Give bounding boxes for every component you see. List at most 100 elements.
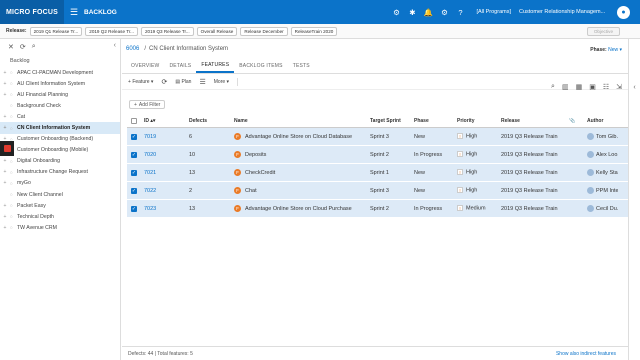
author-name[interactable]: PPM Inter... [596,188,618,194]
feature-id-link[interactable]: 7022 [144,188,156,194]
search-icon[interactable]: ⌕ [32,43,36,51]
release-chip[interactable]: 2019 Q1 Release Tr... [29,26,83,36]
add-feature-button[interactable]: + Feature ▾ [128,79,153,85]
expand-toggle-icon[interactable]: + [0,214,10,220]
header-phase[interactable]: Phase [410,118,453,124]
tools-icon[interactable]: ✱ [404,0,420,24]
settings-icon[interactable]: ⚙ [388,0,404,24]
phase-cell[interactable]: In Progress [410,152,453,158]
grid-view-icon[interactable]: ▦ [576,83,583,91]
defects-count[interactable]: 13 [185,206,230,212]
author-name[interactable]: Kelly Sta... [596,170,618,176]
row-checkbox[interactable]: ✓ [127,169,140,176]
row-checkbox[interactable]: ✓ [127,205,140,212]
target-sprint[interactable]: Sprint 1 [366,170,410,176]
expand-toggle-icon[interactable]: + [0,81,10,87]
expand-toggle-icon[interactable]: + [0,125,10,131]
notifications-icon[interactable]: 🔔 [420,0,436,24]
tab-details[interactable]: DETAILS [164,63,196,73]
release-chip[interactable]: 2019 Q3 Release Tr... [140,26,194,36]
tab-overview[interactable]: OVERVIEW [126,63,164,73]
release-cell[interactable]: 2019 Q3 Release Train [497,152,565,158]
user-avatar[interactable]: ● [617,5,630,19]
workspace-selector[interactable]: Customer Relationship Managem... [519,9,611,15]
expand-toggle-icon[interactable]: + [0,180,10,186]
tree-root[interactable]: Backlog [0,54,120,67]
expand-toggle-icon[interactable]: + [0,158,10,164]
expand-icon[interactable]: ⇲ [616,83,622,91]
phase-cell[interactable]: In Progress [410,206,453,212]
tree-item[interactable]: + ○ TW Avenue CRM [0,222,120,233]
right-panel-toggle[interactable]: ‹ [628,39,640,360]
header-name[interactable]: Name [230,118,366,124]
defects-count[interactable]: 6 [185,134,230,140]
target-sprint[interactable]: Sprint 3 [366,188,410,194]
table-row[interactable]: ✓ 7022 2 F Chat Sprint 3 New! High 2019 Q3 Relea… [127,182,628,200]
row-checkbox[interactable]: ✓ [127,151,140,158]
expand-toggle-icon[interactable]: + [0,169,10,175]
expand-toggle-icon[interactable]: + [0,203,10,209]
tab-backlog-items[interactable]: BACKLOG ITEMS [234,63,287,73]
target-sprint[interactable]: Sprint 2 [366,152,410,158]
refresh-icon[interactable]: ⟳ [161,78,167,86]
bulk-edit-icon[interactable]: ☰ [199,78,205,86]
table-row[interactable]: ✓ 7023 13 F Advantage Online Store on Cloud … [127,200,628,218]
tree-item[interactable]: + ○ Technical Depth [0,211,120,222]
priority-value[interactable]: High [466,152,477,158]
show-indirect-features-link[interactable]: Show also indirect features [556,351,616,357]
row-checkbox[interactable]: ✓ [127,187,140,194]
plan-button[interactable]: ▤ Plan [175,79,191,85]
tree-item[interactable]: + ○ APAC CI-PACMAN Development [0,67,120,78]
objective-button[interactable]: Objective [586,27,620,36]
header-target-sprint[interactable]: Target Sprint [366,118,410,124]
priority-value[interactable]: High [466,170,477,176]
priority-value[interactable]: High [466,188,477,194]
release-chip[interactable]: 2019 Q2 Release Tr... [85,26,138,36]
close-icon[interactable]: ✕ [8,43,14,51]
tree-item[interactable]: + ○ Packet Easy [0,200,120,211]
defects-count[interactable]: 13 [185,170,230,176]
release-cell[interactable]: 2019 Q3 Release Train [497,188,565,194]
tree-item[interactable]: ○ New Client Channel [0,189,120,200]
row-checkbox[interactable]: ✓ [127,133,140,140]
select-all-checkbox[interactable] [127,118,140,124]
header-author[interactable]: Author [583,118,618,124]
release-cell[interactable]: 2019 Q3 Release Train [497,170,565,176]
author-name[interactable]: Cecil Du... [596,206,618,212]
release-chip[interactable]: Overall Release [196,26,238,36]
target-sprint[interactable]: Sprint 3 [366,134,410,140]
expand-toggle-icon[interactable]: + [0,70,10,76]
collapse-panel-icon[interactable]: ‹ [114,42,116,49]
tree-item[interactable]: + ○ Digital Onboarding [0,156,120,167]
feature-id-link[interactable]: 7023 [144,206,156,212]
add-filter-button[interactable]: + Add Filter [129,100,166,109]
table-row[interactable]: ✓ 7020 10 F Deposits Sprint 2 In Progress! High… [127,146,628,164]
tile-view-icon[interactable]: ▣ [589,83,596,91]
tree-item[interactable]: + ○ AU Financial Planning [0,89,120,100]
author-name[interactable]: Tom Gib... [596,134,618,140]
tree-item[interactable]: ○ Background Check [0,100,120,111]
tree-item[interactable]: + ○ Infrastructure Change Request [0,167,120,178]
gear-icon[interactable]: ⚙ [436,0,452,24]
phase-selector[interactable]: Phase: New ▾ [590,47,622,53]
table-row[interactable]: ✓ 7021 13 F CheckCredit Sprint 1 New! High 2019 … [127,164,628,182]
hamburger-menu-icon[interactable]: ☰ [64,0,84,24]
tree-item[interactable]: + ○ Customer Onboarding (Backend) [0,134,120,145]
tab-tests[interactable]: TESTS [288,63,315,73]
help-icon[interactable]: ? [452,0,468,24]
side-app-icon[interactable] [0,141,14,156]
author-name[interactable]: Alex Loo... [596,152,618,158]
refresh-icon[interactable]: ⟳ [20,43,26,51]
attachment-icon[interactable]: 📎 [565,118,583,124]
tree-item[interactable]: + ○ Cat [0,111,120,122]
release-chip[interactable]: ReleaseTrain 2020 [290,26,338,36]
feature-name[interactable]: Advantage Online Store on Cloud Purchase [245,206,352,212]
table-row[interactable]: ✓ 7019 6 F Advantage Online Store on Cloud D… [127,128,628,146]
phase-cell[interactable]: New [410,134,453,140]
expand-toggle-icon[interactable]: + [0,225,10,231]
release-cell[interactable]: 2019 Q3 Release Train [497,134,565,140]
defects-count[interactable]: 10 [185,152,230,158]
tree-item[interactable]: + ○ AU Client Information System [0,78,120,89]
header-release[interactable]: Release [497,118,565,124]
tab-features[interactable]: FEATURES [196,62,235,73]
